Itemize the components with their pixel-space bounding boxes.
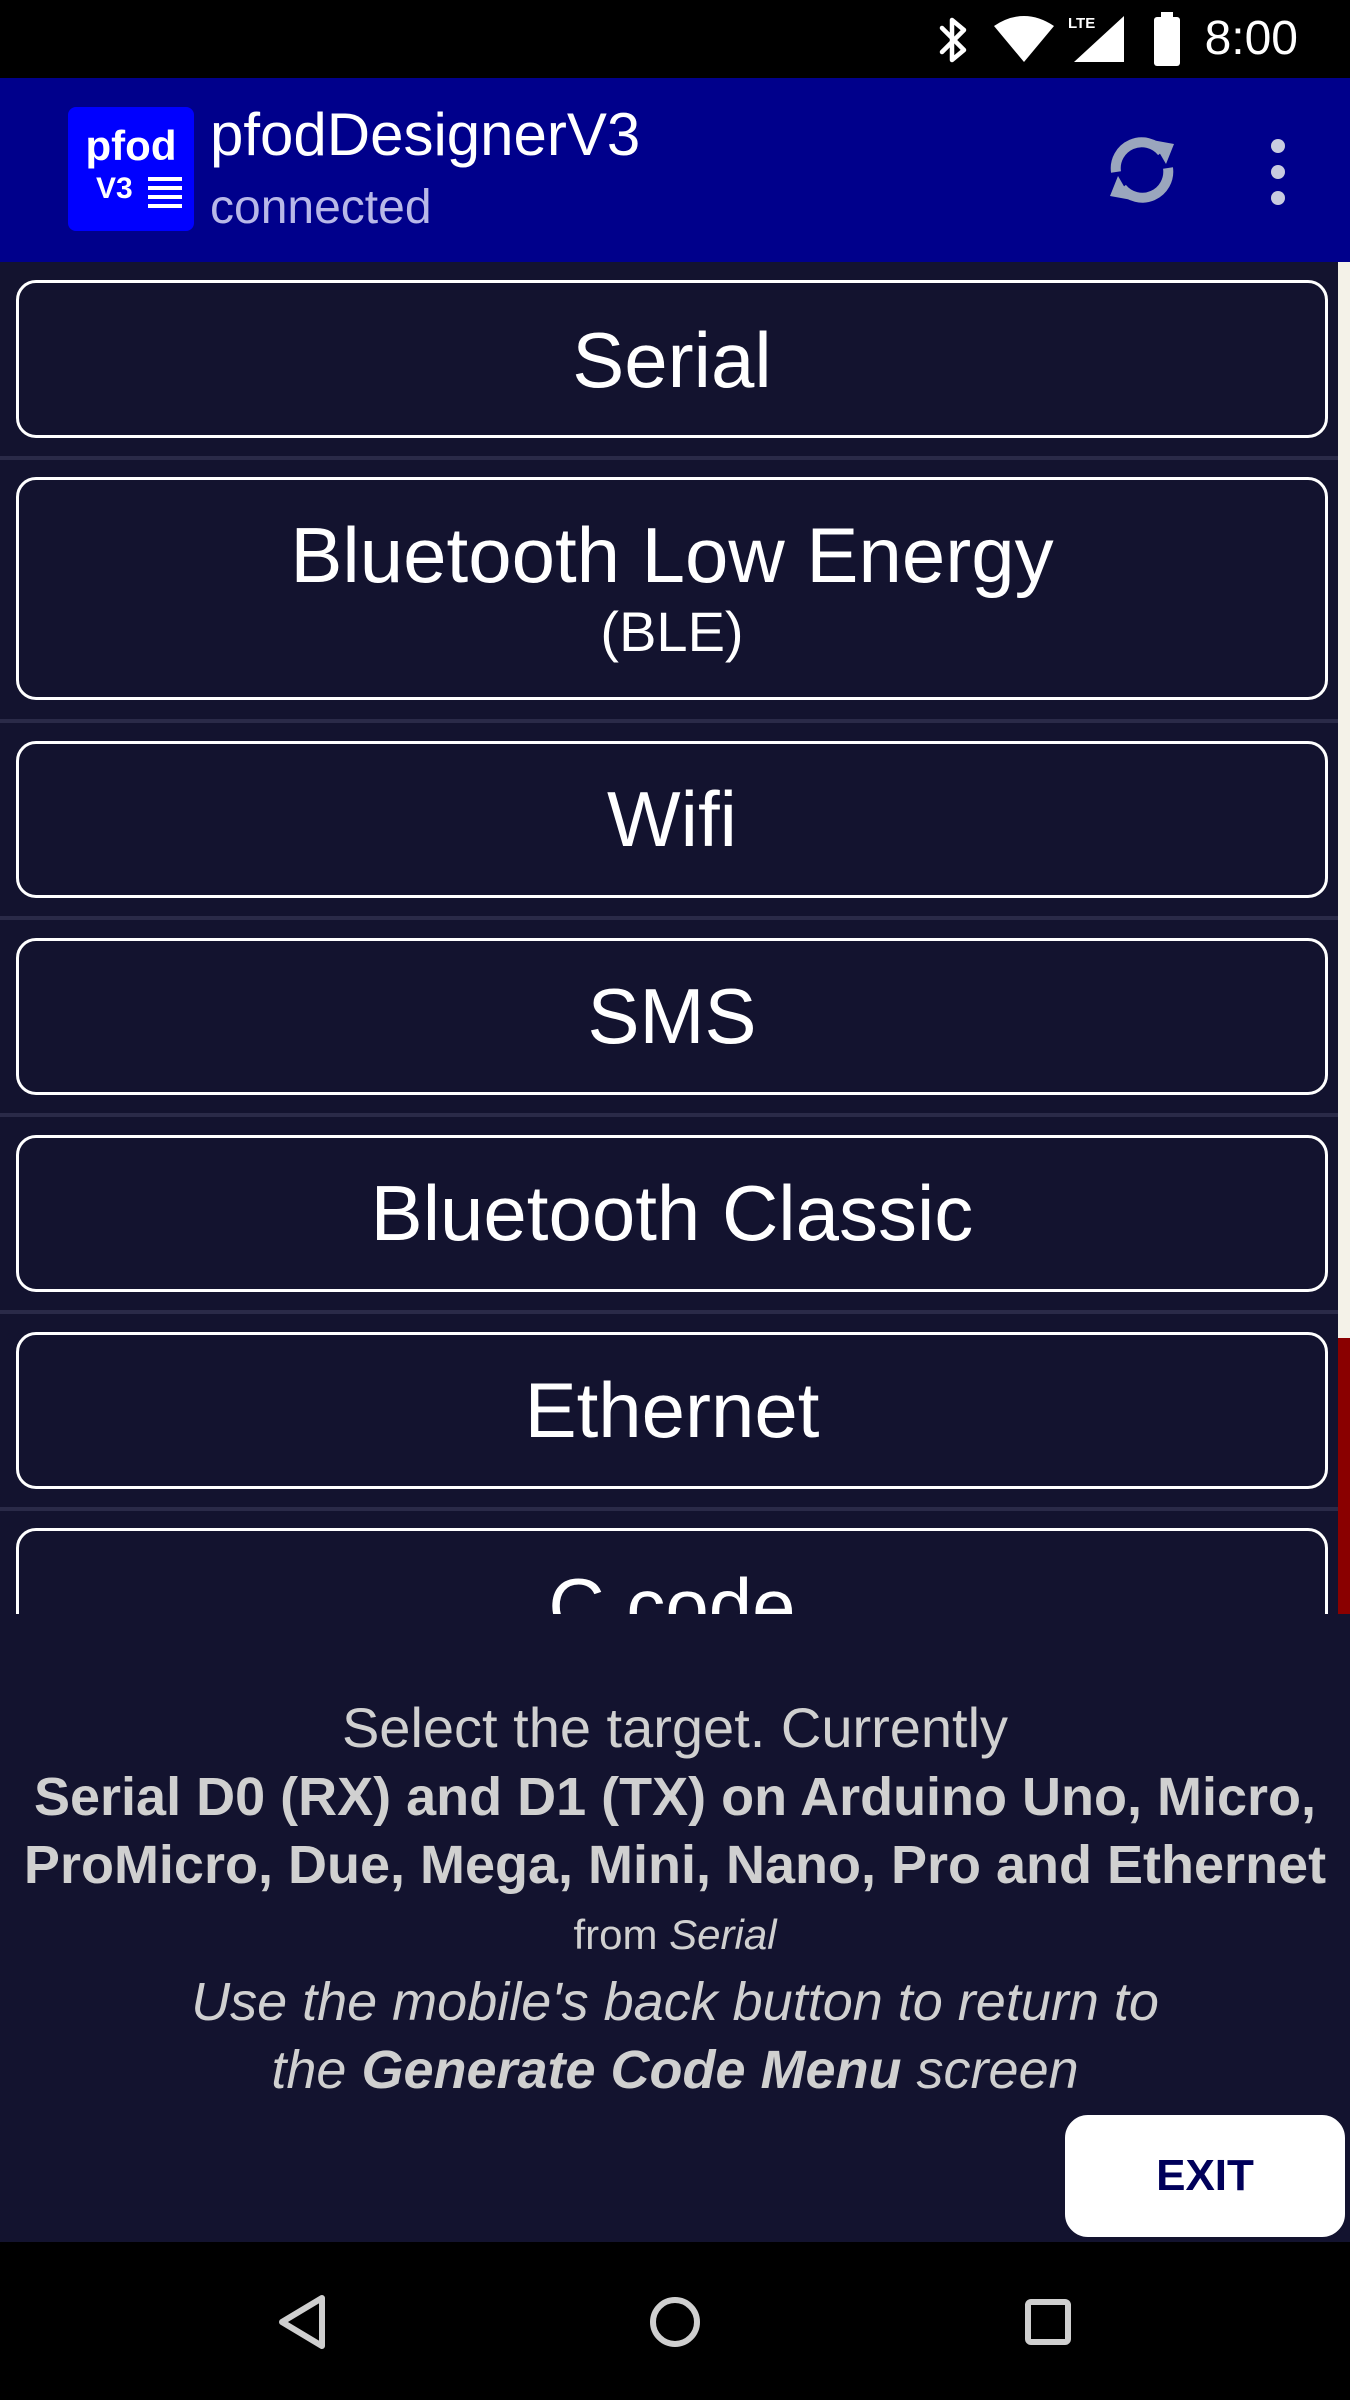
app-title: pfodDesignerV3 bbox=[210, 101, 641, 168]
info-back-menu-name: Generate Code Menu bbox=[361, 2040, 902, 2100]
target-c-code-label: C code bbox=[548, 1562, 796, 1614]
target-wifi-label: Wifi bbox=[607, 775, 737, 863]
exit-button[interactable]: EXIT bbox=[1062, 2112, 1348, 2240]
app-screen: LTE 8:00 pfod V3 pfodDesignerV3 connecte… bbox=[0, 0, 1350, 2400]
target-c-code-button[interactable]: C code bbox=[16, 1528, 1328, 1614]
target-bluetooth-classic-button[interactable]: Bluetooth Classic bbox=[16, 1135, 1328, 1292]
logo-text-top: pfod bbox=[85, 122, 177, 169]
app-bar: pfod V3 pfodDesignerV3 connected bbox=[0, 78, 1350, 262]
connection-status: connected bbox=[210, 181, 432, 234]
target-bluetooth-classic-label: Bluetooth Classic bbox=[370, 1169, 974, 1257]
target-ble-button[interactable]: Bluetooth Low Energy (BLE) bbox=[16, 477, 1328, 700]
more-vert-icon bbox=[1271, 139, 1285, 205]
list-divider bbox=[0, 1507, 1338, 1511]
info-from-prefix: from bbox=[573, 1911, 670, 1958]
info-back-prefix: the bbox=[271, 2040, 362, 2100]
lte-signal-icon: LTE bbox=[1068, 15, 1124, 62]
recents-button[interactable] bbox=[1008, 2282, 1088, 2362]
bluetooth-icon bbox=[939, 17, 967, 63]
home-icon bbox=[650, 2297, 700, 2347]
list-lines-icon bbox=[148, 177, 182, 208]
wifi-icon bbox=[994, 16, 1054, 62]
target-ethernet-label: Ethernet bbox=[524, 1366, 820, 1454]
info-line-from: from Serial bbox=[0, 1910, 1350, 1960]
scrollbar-thumb[interactable] bbox=[1338, 1338, 1350, 1614]
info-line-current-target-2: ProMicro, Due, Mega, Mini, Nano, Pro and… bbox=[23, 1835, 1327, 1895]
target-ethernet-button[interactable]: Ethernet bbox=[16, 1332, 1328, 1489]
refresh-button[interactable] bbox=[1100, 128, 1184, 212]
refresh-icon bbox=[1110, 137, 1174, 203]
network-label: LTE bbox=[1068, 15, 1095, 32]
info-from-source: Serial bbox=[669, 1911, 777, 1958]
logo-text-bottom: V3 bbox=[96, 172, 133, 205]
recents-icon bbox=[1025, 2299, 1071, 2345]
target-serial-label: Serial bbox=[572, 316, 772, 404]
target-serial-button[interactable]: Serial bbox=[16, 280, 1328, 438]
info-line-back-target: the Generate Code Menu screen bbox=[0, 2038, 1350, 2102]
navigation-bar bbox=[0, 2242, 1350, 2400]
list-divider bbox=[0, 1310, 1338, 1314]
target-wifi-button[interactable]: Wifi bbox=[16, 741, 1328, 898]
app-logo: pfod V3 bbox=[68, 107, 194, 231]
home-button[interactable] bbox=[635, 2282, 715, 2362]
overflow-menu-button[interactable] bbox=[1248, 130, 1308, 214]
status-time: 8:00 bbox=[1204, 12, 1298, 65]
target-ble-label: Bluetooth Low Energy bbox=[290, 511, 1054, 599]
battery-icon bbox=[1154, 12, 1180, 66]
info-back-suffix: screen bbox=[901, 2040, 1079, 2100]
list-divider bbox=[0, 1113, 1338, 1117]
list-divider bbox=[0, 719, 1338, 723]
info-line-current-target-1: Serial D0 (RX) and D1 (TX) on Arduino Un… bbox=[33, 1767, 1317, 1827]
target-sms-button[interactable]: SMS bbox=[16, 938, 1328, 1095]
info-line-back-instruction: Use the mobile's back button to return t… bbox=[191, 1972, 1159, 2032]
back-icon bbox=[279, 2295, 325, 2349]
info-line-select: Select the target. Currently bbox=[341, 1696, 1009, 1759]
target-ble-sublabel: (BLE) bbox=[600, 600, 744, 663]
target-sms-label: SMS bbox=[587, 972, 757, 1060]
back-button[interactable] bbox=[262, 2282, 342, 2362]
target-list[interactable]: Serial Bluetooth Low Energy (BLE) Wifi S… bbox=[0, 262, 1350, 1614]
list-divider bbox=[0, 456, 1338, 460]
list-divider bbox=[0, 916, 1338, 920]
status-bar: LTE 8:00 bbox=[0, 0, 1350, 78]
